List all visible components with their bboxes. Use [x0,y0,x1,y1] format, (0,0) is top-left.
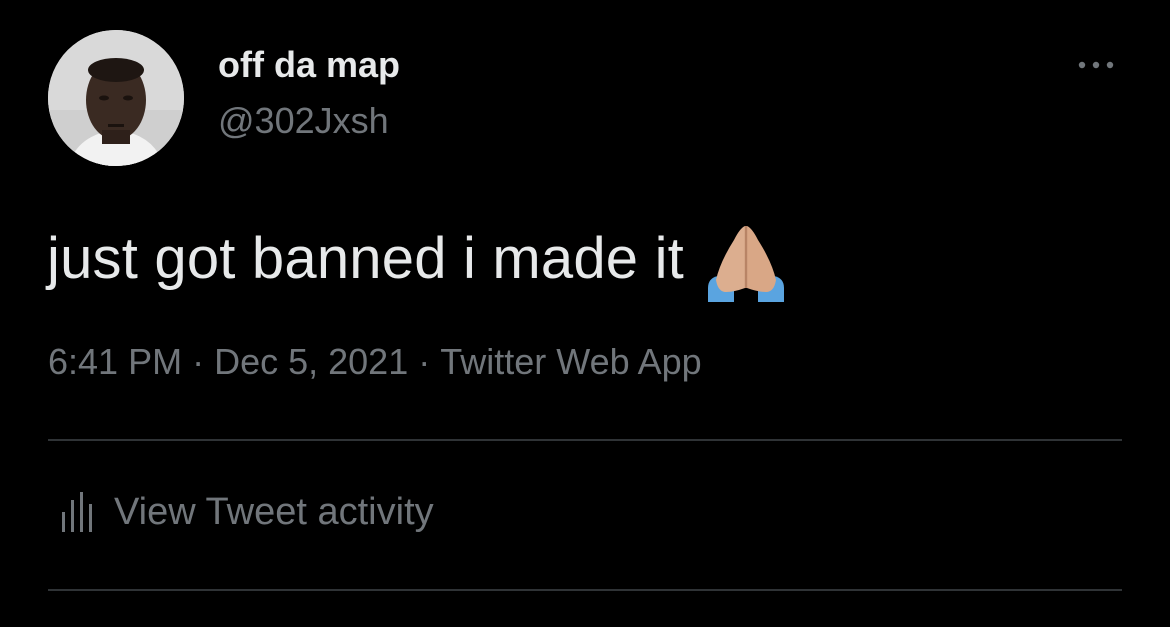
folded-hands-emoji-icon [704,222,788,302]
tweet-meta: 6:41 PM · Dec 5, 2021 · Twitter Web App [48,341,702,383]
tweet-body: just got banned i made it [47,225,684,291]
tweet-source[interactable]: Twitter Web App [440,341,701,383]
separator: · [418,341,431,382]
display-name[interactable]: off da map [218,44,400,86]
bar-chart-icon [62,492,92,532]
divider [48,589,1122,591]
view-tweet-activity-button[interactable]: View Tweet activity [58,490,434,534]
more-options-button[interactable] [1072,50,1120,80]
tweet-text: just got banned i made it [47,218,788,302]
tweet-date[interactable]: Dec 5, 2021 [214,341,408,383]
more-horizontal-icon [1078,61,1114,69]
divider [48,439,1122,441]
user-handle[interactable]: @302Jxsh [218,100,389,142]
separator: · [192,341,205,382]
tweet-time[interactable]: 6:41 PM [48,341,182,383]
avatar[interactable] [48,30,184,166]
profile-photo-icon [48,30,184,166]
view-tweet-activity-label: View Tweet activity [114,490,434,533]
